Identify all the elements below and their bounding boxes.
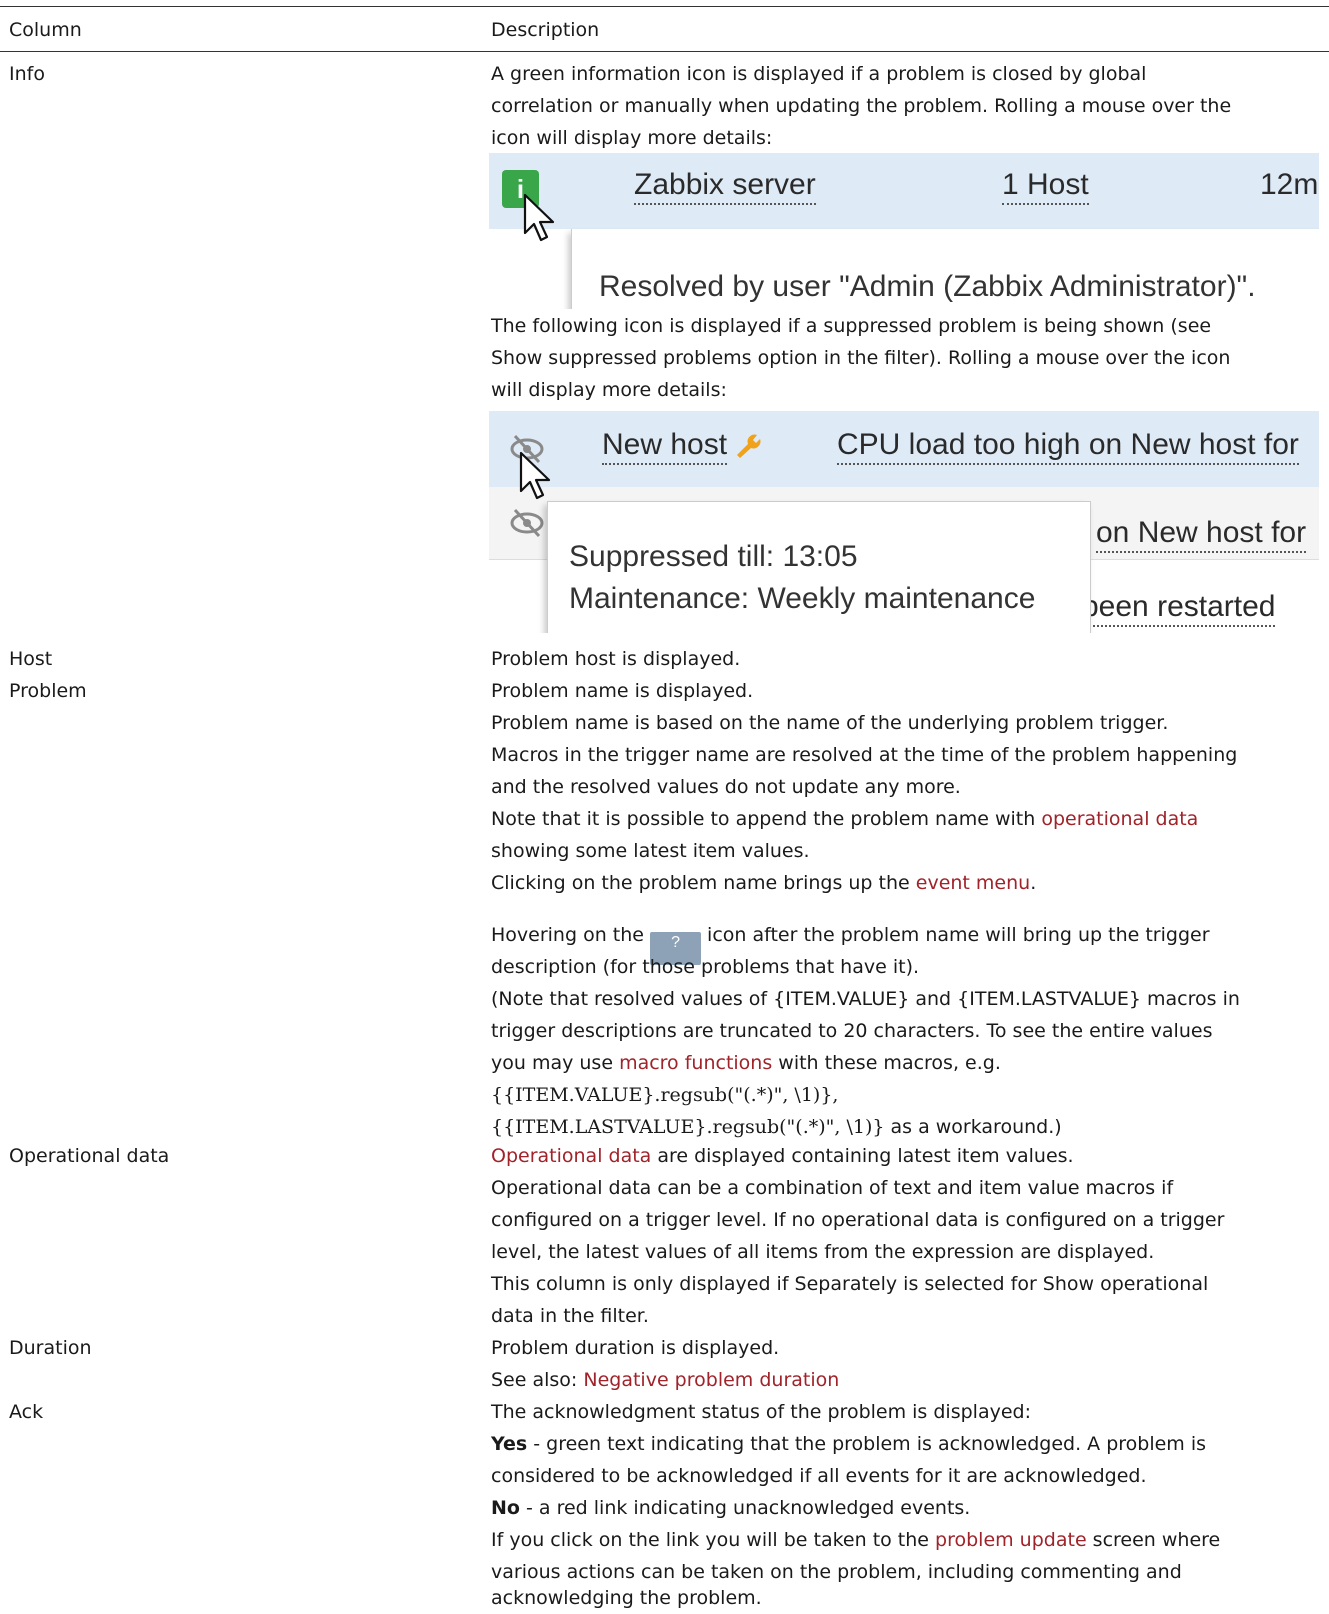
- problem-text: icon after the problem name will bring u…: [701, 924, 1210, 946]
- description-header: Description: [491, 19, 600, 41]
- problem-text-line: (Note that resolved values of {ITEM.VALU…: [491, 988, 1240, 1010]
- host-link: New host: [602, 427, 728, 465]
- ack-text: - a red link indicating unacknowledged e…: [519, 1497, 971, 1519]
- host-link: Zabbix server: [634, 167, 816, 205]
- problem-update-link[interactable]: problem update: [935, 1529, 1087, 1551]
- problem-link: CPU load too high on New host for: [837, 427, 1299, 465]
- problem-row-highlight: [489, 153, 1319, 229]
- operational-data-link[interactable]: Operational data: [491, 1145, 651, 1167]
- table-top-rule: [0, 6, 1329, 7]
- duration-value: 12m: [1260, 168, 1319, 201]
- problem-text-line: Problem name is based on the name of the…: [491, 712, 1169, 734]
- problem-link: been restarted: [1082, 589, 1276, 627]
- operational-text-line: Operational data can be a combination of…: [491, 1177, 1174, 1199]
- info-text-line: correlation or manually when updating th…: [491, 95, 1232, 117]
- mouse-cursor-icon: [519, 451, 551, 500]
- operational-text-line: level, the latest values of all items fr…: [491, 1241, 1155, 1263]
- problem-text-line: you may use macro functions with these m…: [491, 1047, 1001, 1079]
- problem-text: Clicking on the problem name brings up t…: [491, 872, 916, 894]
- problem-text-line: Clicking on the problem name brings up t…: [491, 867, 1036, 899]
- host-text: Problem host is displayed.: [491, 648, 741, 670]
- ack-text-line: Yes - green text indicating that the pro…: [491, 1428, 1206, 1460]
- info-text-line: The following icon is displayed if a sup…: [491, 315, 1212, 337]
- operational-text-line: This column is only displayed if Separat…: [491, 1273, 1209, 1295]
- code-example: {{ITEM.LASTVALUE}.regsub("(.*)", \1)}: [491, 1116, 885, 1138]
- operational-text-line: configured on a trigger level. If no ope…: [491, 1209, 1225, 1231]
- row-label-operational-data: Operational data: [9, 1145, 170, 1167]
- resolved-tooltip-text: Resolved by user "Admin (Zabbix Administ…: [599, 270, 1256, 303]
- duration-text-line: Problem duration is displayed.: [491, 1337, 780, 1359]
- mouse-cursor-icon: [523, 193, 555, 242]
- info-text-line: will display more details:: [491, 379, 727, 401]
- problem-text-line: and the resolved values do not update an…: [491, 776, 961, 798]
- operational-text-line: data in the filter.: [491, 1305, 649, 1327]
- suppressed-problem-screenshot: New host CPU load too high on New host f…: [489, 411, 1319, 633]
- problem-text: with these macros, e.g.: [772, 1052, 1001, 1074]
- column-header: Column: [9, 19, 82, 41]
- suppressed-till-text: Suppressed till: 13:05: [569, 540, 858, 573]
- problem-text: .: [1030, 872, 1037, 894]
- problem-text-line: trigger descriptions are truncated to 20…: [491, 1020, 1213, 1042]
- problem-text: Note that it is possible to append the p…: [491, 808, 1042, 830]
- problem-text: as a workaround.): [884, 1116, 1062, 1138]
- ack-text: - green text indicating that the problem…: [527, 1433, 1207, 1455]
- maintenance-text: Maintenance: Weekly maintenance: [569, 582, 1036, 615]
- negative-duration-link[interactable]: Negative problem duration: [583, 1369, 839, 1391]
- problem-text: Hovering on the: [491, 924, 651, 946]
- row-label-host: Host: [9, 648, 53, 670]
- problem-text-line: showing some latest item values.: [491, 840, 810, 862]
- problem-text-line: Macros in the trigger name are resolved …: [491, 744, 1238, 766]
- duration-text: See also:: [491, 1369, 584, 1391]
- operational-data-link[interactable]: operational data: [1041, 808, 1198, 830]
- ack-text-line: The acknowledgment status of the problem…: [491, 1401, 1031, 1423]
- operational-text: are displayed containing latest item val…: [651, 1145, 1074, 1167]
- problem-link: on New host for: [1096, 515, 1307, 553]
- row-label-info: Info: [9, 63, 45, 85]
- ack-text-line: No - a red link indicating unacknowledge…: [491, 1492, 970, 1524]
- problem-text-line: {{ITEM.LASTVALUE}.regsub("(.*)", \1)} as…: [491, 1111, 1062, 1143]
- info-text-line: icon will display more details:: [491, 127, 773, 149]
- row-label-duration: Duration: [9, 1337, 92, 1359]
- ack-text: screen where: [1086, 1529, 1221, 1551]
- event-menu-link[interactable]: event menu: [916, 872, 1030, 894]
- maintenance-wrench-icon: [737, 434, 761, 458]
- info-text-line: Show suppressed problems option in the f…: [491, 347, 1231, 369]
- problem-text-line: Note that it is possible to append the p…: [491, 803, 1198, 835]
- problem-text: you may use: [491, 1052, 620, 1074]
- problem-text-line: description (for those problems that hav…: [491, 956, 920, 978]
- ack-yes-label: Yes: [491, 1433, 528, 1455]
- ack-no-label: No: [491, 1497, 520, 1519]
- header-bottom-rule: [0, 51, 1329, 52]
- code-example: {{ITEM.VALUE}.regsub("(.*)", \1)},: [491, 1084, 839, 1106]
- info-text-line: A green information icon is displayed if…: [491, 63, 1147, 85]
- operational-text-line: Operational data are displayed containin…: [491, 1140, 1074, 1172]
- ack-text-line: acknowledging the problem.: [491, 1587, 762, 1609]
- row-label-ack: Ack: [9, 1401, 44, 1423]
- resolved-problem-screenshot: i Zabbix server 1 Host 12m Resolved by u…: [489, 153, 1319, 309]
- hosts-count-link: 1 Host: [1002, 167, 1089, 205]
- row-label-problem: Problem: [9, 680, 87, 702]
- duration-text-line: See also: Negative problem duration: [491, 1364, 839, 1396]
- ack-text: If you click on the link you will be tak…: [491, 1529, 936, 1551]
- macro-functions-link[interactable]: macro functions: [619, 1052, 772, 1074]
- ack-text-line: considered to be acknowledged if all eve…: [491, 1465, 1147, 1487]
- problem-text-line: Problem name is displayed.: [491, 680, 754, 702]
- ack-text-line: If you click on the link you will be tak…: [491, 1524, 1220, 1556]
- suppressed-eye-icon: [510, 508, 544, 538]
